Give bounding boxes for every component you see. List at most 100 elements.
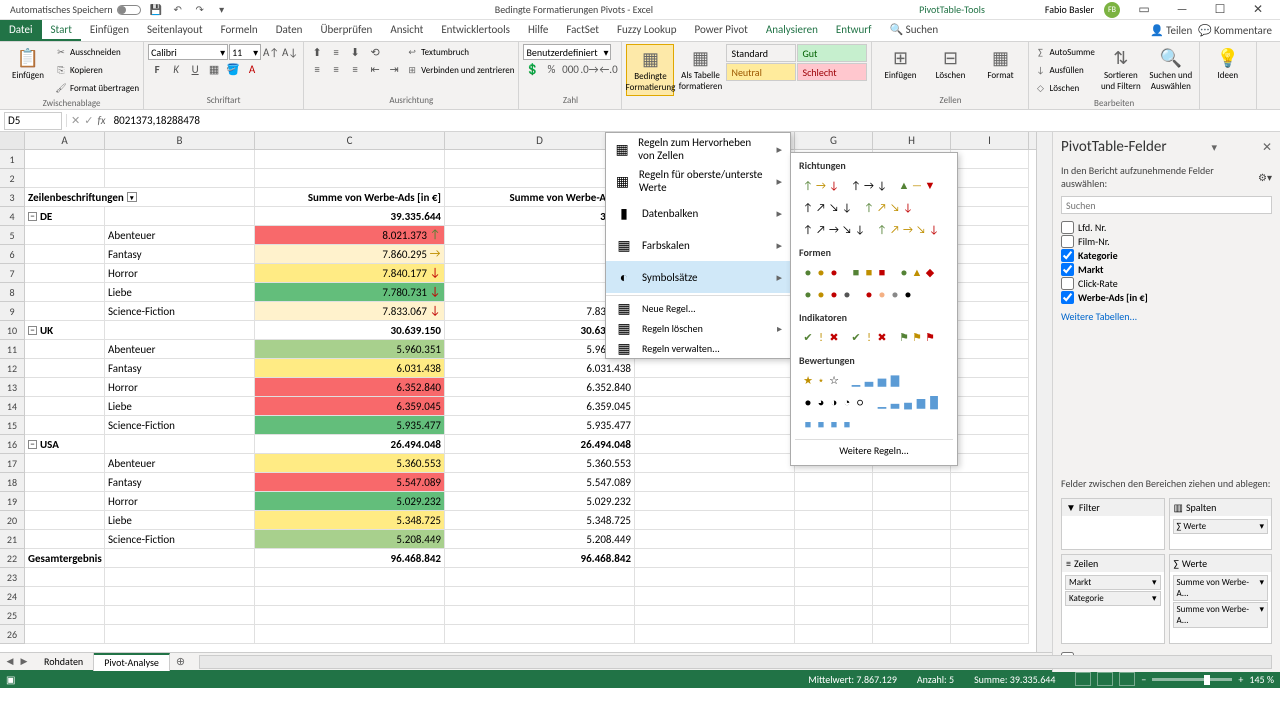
ideas-button[interactable]: 💡Ideen xyxy=(1204,44,1252,83)
iconset-5arrows-gray[interactable]: ↑↗→↘↓ xyxy=(799,220,869,238)
autosave-toggle[interactable]: Automatisches Speichern xyxy=(10,3,141,16)
cut-button[interactable]: ✂Ausschneiden xyxy=(54,44,139,61)
clear-button[interactable]: ◇Löschen xyxy=(1033,80,1094,97)
view-pagelayout-icon[interactable] xyxy=(1097,672,1113,686)
cf-top-bottom-rules[interactable]: ▦Regeln für oberste/unterste Werte▸ xyxy=(606,165,790,197)
paste-button[interactable]: 📋Einfügen xyxy=(4,44,52,83)
bold-icon[interactable]: F xyxy=(148,61,166,77)
comments-button[interactable]: 💬 Kommentare xyxy=(1198,20,1272,41)
field-item[interactable]: Film-Nr. xyxy=(1061,234,1272,248)
tab-review[interactable]: Überprüfen xyxy=(311,20,381,41)
underline-icon[interactable]: U xyxy=(186,61,204,77)
iconset-4trafficlights[interactable]: ●●●● xyxy=(799,285,856,303)
save-icon[interactable]: 💾 xyxy=(149,3,163,17)
col-header[interactable]: B xyxy=(105,132,255,149)
iconset-more-rules[interactable]: Weitere Regeln... xyxy=(795,439,953,461)
cf-color-scales[interactable]: ▦Farbskalen▸ xyxy=(606,229,790,261)
redo-icon[interactable]: ↷ xyxy=(193,3,207,17)
accept-formula-icon[interactable]: ✓ xyxy=(84,114,93,127)
fill-button[interactable]: ↓Ausfüllen xyxy=(1033,62,1094,79)
close-icon[interactable]: ✕ xyxy=(1244,1,1272,19)
comma-icon[interactable]: 000 xyxy=(561,61,579,77)
sort-filter-button[interactable]: ⇅Sortieren und Filtern xyxy=(1097,44,1145,94)
align-top-icon[interactable]: ⬆ xyxy=(308,44,326,60)
cf-manage-rules[interactable]: ▦Regeln verwalten... xyxy=(606,338,790,358)
autosum-button[interactable]: ∑AutoSumme xyxy=(1033,44,1094,61)
col-header[interactable]: H xyxy=(873,132,951,149)
italic-icon[interactable]: K xyxy=(167,61,185,77)
area-chip[interactable]: Summe von Werbe-A...▾ xyxy=(1173,575,1269,601)
tab-analyze[interactable]: Analysieren xyxy=(757,20,827,41)
wrap-text-button[interactable]: ↩Textumbruch xyxy=(405,44,514,61)
cancel-formula-icon[interactable]: ✕ xyxy=(71,114,80,127)
align-left-icon[interactable]: ≡ xyxy=(308,61,326,77)
font-size-combo[interactable]: 11▾ xyxy=(229,44,261,60)
formula-input[interactable]: 8021373,18288478 xyxy=(110,114,1280,127)
iconset-5bars[interactable]: ▁▃▅▇ xyxy=(847,371,904,389)
cf-icon-sets[interactable]: ◐Symbolsätze▸ xyxy=(606,261,790,293)
number-format-combo[interactable]: Benutzerdefiniert▾ xyxy=(523,44,611,60)
tab-formulas[interactable]: Formeln xyxy=(212,20,267,41)
grow-font-icon[interactable]: A↑ xyxy=(262,44,280,60)
zoom-slider[interactable] xyxy=(1152,678,1232,681)
font-name-combo[interactable]: Calibri▾ xyxy=(148,44,228,60)
iconset-4arrows-color[interactable]: ↑↗↘↓ xyxy=(860,198,917,216)
add-sheet-icon[interactable]: ⊕ xyxy=(170,655,191,668)
tab-search[interactable]: 🔍 Suchen xyxy=(880,20,947,41)
pane-close-icon[interactable]: ✕ xyxy=(1262,140,1272,155)
record-macro-icon[interactable]: ▣ xyxy=(6,673,15,686)
orientation-icon[interactable]: ⟲ xyxy=(366,44,384,60)
tab-insert[interactable]: Einfügen xyxy=(81,20,138,41)
style-bad[interactable]: Schlecht xyxy=(797,63,867,81)
field-search-input[interactable] xyxy=(1061,196,1272,214)
area-values[interactable]: ∑Werte Summe von Werbe-A...▾ Summe von W… xyxy=(1169,554,1273,644)
tab-developer[interactable]: Entwicklertools xyxy=(432,20,519,41)
align-right-icon[interactable]: ≡ xyxy=(346,61,364,77)
col-header[interactable]: G xyxy=(795,132,873,149)
col-header[interactable]: I xyxy=(951,132,1029,149)
user-avatar[interactable]: FB xyxy=(1104,2,1120,18)
format-painter-button[interactable]: 🖌Format übertragen xyxy=(54,80,139,97)
fx-icon[interactable]: fx xyxy=(97,114,105,127)
iconset-3arrows-color[interactable]: ↑→↓ xyxy=(799,176,843,194)
tab-factset[interactable]: FactSet xyxy=(557,20,608,41)
sheet-nav-first-icon[interactable]: ◀ xyxy=(4,656,16,667)
cf-highlight-rules[interactable]: ▦Regeln zum Hervorheben von Zellen▸ xyxy=(606,133,790,165)
iconset-3symbols[interactable]: ✔!✖ xyxy=(847,328,891,346)
area-chip[interactable]: Summe von Werbe-A...▾ xyxy=(1173,602,1269,628)
tab-file[interactable]: Datei xyxy=(0,20,42,41)
iconset-5ratings[interactable]: ▁▃▄▆█ xyxy=(873,393,943,411)
shrink-font-icon[interactable]: A↓ xyxy=(281,44,299,60)
vertical-scrollbar[interactable] xyxy=(1036,132,1052,652)
indent-decrease-icon[interactable]: ⇤ xyxy=(366,61,384,77)
area-columns[interactable]: ▥Spalten ∑ Werte▾ xyxy=(1169,498,1273,550)
cf-data-bars[interactable]: ▮Datenbalken▸ xyxy=(606,197,790,229)
copy-button[interactable]: ⎘Kopieren xyxy=(54,62,139,79)
border-icon[interactable]: ▦ xyxy=(205,61,223,77)
merge-button[interactable]: ⊞Verbinden und zentrieren xyxy=(405,62,514,79)
iconset-3flags[interactable]: ⚑⚑⚑ xyxy=(895,328,939,346)
share-button[interactable]: 👤 Teilen xyxy=(1150,20,1192,41)
iconset-5arrows-color[interactable]: ↑↗→↘↓ xyxy=(873,220,943,238)
area-rows[interactable]: ≡Zeilen Markt▾ Kategorie▾ xyxy=(1061,554,1165,644)
zoom-level[interactable]: 145 % xyxy=(1249,673,1274,686)
zoom-in-icon[interactable]: + xyxy=(1238,673,1243,686)
iconset-3symbols-circled[interactable]: ✔!✖ xyxy=(799,328,843,346)
field-item[interactable]: Click-Rate xyxy=(1061,276,1272,290)
field-item[interactable]: Kategorie xyxy=(1061,248,1272,262)
sheet-tab[interactable]: Rohdaten xyxy=(34,653,94,671)
pane-dropdown-icon[interactable]: ▾ xyxy=(1212,141,1218,154)
area-chip[interactable]: Kategorie▾ xyxy=(1065,591,1161,606)
tab-fuzzy[interactable]: Fuzzy Lookup xyxy=(608,20,686,41)
align-bottom-icon[interactable]: ⬇ xyxy=(346,44,364,60)
name-box[interactable]: D5 xyxy=(4,112,62,130)
tab-start[interactable]: Start xyxy=(42,20,81,41)
field-item[interactable]: Lfd. Nr. xyxy=(1061,220,1272,234)
style-good[interactable]: Gut xyxy=(797,44,867,62)
qat-customize-icon[interactable]: ▾ xyxy=(215,3,229,17)
percent-icon[interactable]: % xyxy=(542,61,560,77)
area-filters[interactable]: ▼Filter xyxy=(1061,498,1165,550)
iconset-3stars[interactable]: ★⋆☆ xyxy=(799,371,843,389)
iconset-3signs[interactable]: ●▲◆ xyxy=(895,263,939,281)
minimize-icon[interactable]: — xyxy=(1168,1,1196,19)
